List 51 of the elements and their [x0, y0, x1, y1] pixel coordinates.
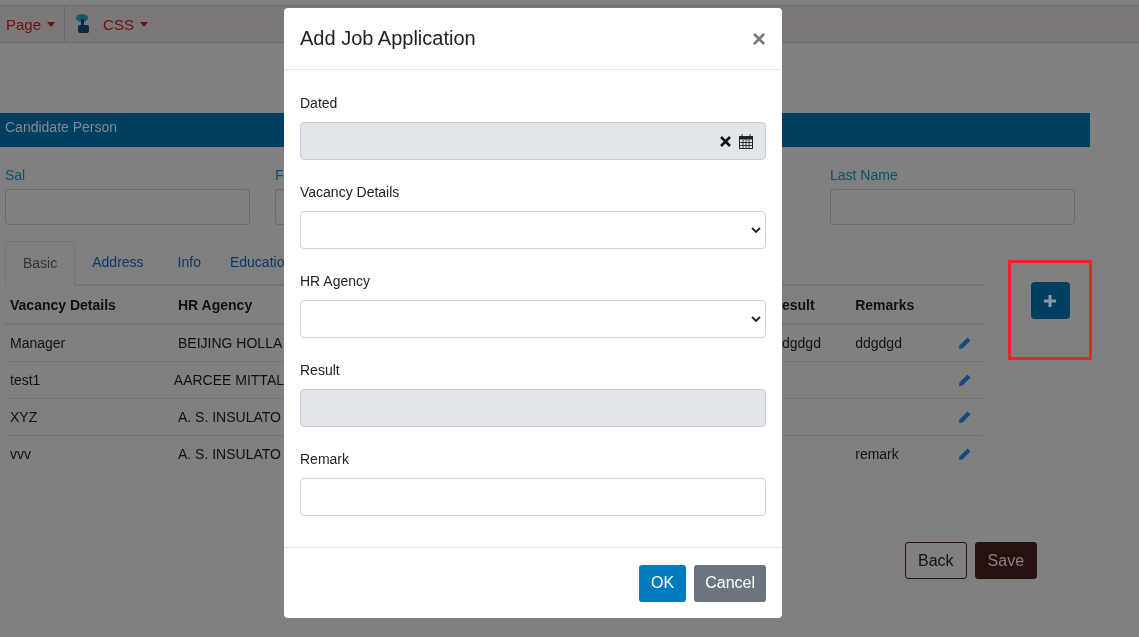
field-label: Dated: [300, 95, 339, 113]
table-cell-text: ddgdgd: [854, 335, 903, 351]
column-header: esult: [782, 296, 816, 313]
page-button[interactable]: Save: [974, 542, 1038, 579]
field-label: Result: [300, 362, 341, 380]
table-cell-text: AARCEE MITTAL: [172, 372, 284, 388]
tab[interactable]: Basic: [5, 241, 76, 286]
column-header: Remarks: [854, 296, 916, 313]
tab[interactable]: Info: [160, 241, 218, 284]
table-cell-text: A. S. INSULATO: [177, 409, 282, 425]
page-button[interactable]: Back: [905, 542, 967, 579]
column-header: HR Agency: [177, 296, 254, 313]
dialog-title: Add Job Application: [300, 27, 476, 50]
caret-icon: [47, 21, 56, 27]
menu-item[interactable]: CSS: [64, 6, 157, 42]
table-cell-text: test1: [9, 372, 42, 388]
close-button[interactable]: ×: [752, 26, 766, 51]
table-cell-text: A. S. INSULATO: [177, 446, 282, 462]
field-label: HR Agency: [300, 273, 372, 291]
select-field[interactable]: [300, 300, 766, 338]
pencil-icon[interactable]: [957, 410, 971, 424]
ok-button[interactable]: OK: [639, 564, 687, 602]
table-cell-text: dgdgd: [782, 335, 822, 351]
plus-icon: [1044, 294, 1056, 307]
menu-item[interactable]: Page: [0, 6, 65, 42]
field-label: F: [275, 167, 284, 185]
chevron-down-icon: [751, 316, 761, 322]
table-cell-text: Manager: [9, 335, 67, 351]
pencil-icon[interactable]: [957, 373, 971, 387]
calendar-icon: [739, 133, 753, 149]
tab[interactable]: Address: [75, 241, 161, 284]
cancel-button[interactable]: Cancel: [694, 564, 766, 602]
table-cell-text: XYZ: [9, 409, 39, 425]
field-label: Last Name: [830, 167, 898, 185]
table-cell-text: BEIJING HOLLA: [177, 335, 284, 351]
clear-icon: [720, 135, 731, 147]
field-label: Remark: [300, 451, 350, 469]
pencil-icon[interactable]: [957, 336, 971, 350]
chevron-down-icon: [751, 227, 761, 233]
table-cell-text: vvv: [9, 446, 32, 462]
pointer-hand-icon: [75, 13, 92, 35]
field-label: Sal: [5, 167, 27, 185]
tab[interactable]: Educatio: [217, 241, 285, 284]
column-header: Vacancy Details: [9, 296, 117, 313]
field-label: Vacancy Details: [300, 184, 401, 202]
input-field[interactable]: [275, 189, 284, 225]
pencil-icon[interactable]: [957, 447, 971, 461]
add-button[interactable]: [1030, 282, 1070, 319]
table-cell-text: remark: [854, 446, 900, 462]
select-field[interactable]: [300, 211, 766, 249]
caret-icon: [139, 21, 148, 27]
